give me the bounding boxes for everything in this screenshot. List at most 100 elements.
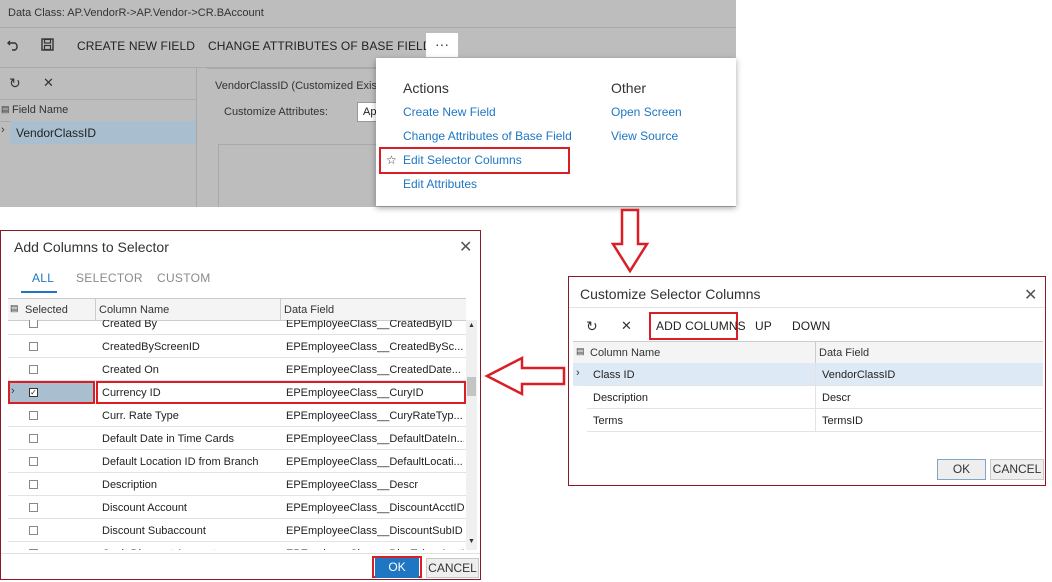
table-row[interactable]: Description Descr	[573, 386, 1043, 409]
selected-cell	[8, 320, 95, 335]
refresh-icon[interactable]: ↻	[9, 75, 21, 92]
star-icon[interactable]: ☆	[386, 153, 397, 167]
selector-columns-grid: › Class ID VendorClassID Description Descr Te…	[573, 363, 1043, 435]
column-name-cell: Description	[102, 479, 158, 491]
add-columns-button[interactable]: ADD COLUMNS	[656, 319, 746, 333]
row-checkbox[interactable]	[29, 457, 38, 466]
menu-item-edit-selector-columns[interactable]: Edit Selector Columns	[403, 153, 522, 167]
scroll-up-icon[interactable]: ▲	[468, 322, 475, 329]
dialog-title: Add Columns to Selector	[14, 239, 169, 255]
row-checkbox[interactable]	[29, 480, 38, 489]
row-checkbox[interactable]	[29, 526, 38, 535]
row-checkbox[interactable]	[29, 434, 38, 443]
ok-button[interactable]: OK	[937, 459, 986, 480]
data-field-header: Data Field	[819, 347, 870, 359]
menu-item-change-attributes[interactable]: Change Attributes of Base Field	[403, 129, 572, 143]
grid-settings-icon[interactable]: ▤	[10, 303, 19, 314]
column-name-cell: Default Location ID from Branch	[102, 456, 259, 468]
divider	[815, 342, 816, 363]
grid-settings-icon[interactable]: ▤	[1, 104, 10, 115]
row-checkbox[interactable]	[29, 320, 38, 328]
dialog-title: Customize Selector Columns	[580, 286, 761, 302]
table-row[interactable]: Default Date in Time Cards EPEmployeeClas…	[8, 427, 466, 450]
selected-cell	[8, 358, 95, 381]
undo-icon[interactable]	[7, 37, 21, 54]
table-row[interactable]: Default Location ID from Branch EPEmploye…	[8, 450, 466, 473]
menu-item-view-source[interactable]: View Source	[611, 129, 678, 143]
table-row[interactable]: Cash Discount Account EPEmployeeClass__Di…	[8, 542, 466, 550]
menu-item-open-screen[interactable]: Open Screen	[611, 105, 682, 119]
column-divider	[815, 409, 816, 432]
column-name-cell: Discount Subaccount	[102, 525, 206, 537]
data-field-cell: EPEmployeeClass__CuryRateTyp...	[286, 410, 463, 422]
table-row[interactable]: Curr. Rate Type EPEmployeeClass__CuryRate…	[8, 404, 466, 427]
highlight-box	[96, 381, 466, 404]
cancel-button[interactable]: CANCEL	[990, 459, 1044, 480]
up-button[interactable]: UP	[755, 319, 772, 333]
menu-item-edit-attributes[interactable]: Edit Attributes	[403, 177, 477, 191]
column-name-cell: Description	[593, 392, 649, 404]
fields-pane: ↻ ✕ ▤ Field Name › VendorClassID	[0, 68, 197, 207]
table-row[interactable]: Discount Account EPEmployeeClass__Discoun…	[8, 496, 466, 519]
data-field-cell: EPEmployeeClass__DiscountSubID	[286, 525, 463, 537]
menu-item-create-new-field[interactable]: Create New Field	[403, 105, 496, 119]
table-row[interactable]: CreatedByScreenID EPEmployeeClass__Create…	[8, 335, 466, 358]
table-row[interactable]: › Class ID VendorClassID	[573, 363, 1043, 386]
data-field-cell: TermsID	[822, 415, 863, 427]
column-name-cell: Cash Discount Account	[102, 548, 277, 550]
scroll-thumb[interactable]	[467, 377, 476, 396]
scrollbar[interactable]: ▲ ▼	[466, 320, 477, 550]
column-name-cell: Created By	[102, 320, 158, 330]
down-button[interactable]: DOWN	[792, 319, 830, 333]
close-icon[interactable]: ✕	[1024, 285, 1037, 305]
add-columns-dialog: Add Columns to Selector ✕ ALL SELECTOR C…	[0, 230, 481, 580]
ok-button[interactable]: OK	[375, 558, 419, 578]
table-row[interactable]: Created On EPEmployeeClass__CreatedDate..…	[8, 358, 466, 381]
column-name-header: Column Name	[99, 304, 170, 316]
selected-cell	[8, 542, 95, 550]
selected-cell	[8, 335, 95, 358]
close-icon[interactable]: ✕	[43, 75, 54, 91]
selected-cell	[8, 496, 95, 519]
tab-all[interactable]: ALL	[32, 271, 54, 285]
delete-icon[interactable]: ✕	[621, 318, 632, 334]
table-row[interactable]: Discount Subaccount EPEmployeeClass__Disc…	[8, 519, 466, 542]
row-divider	[587, 431, 1043, 432]
row-checkbox[interactable]	[29, 342, 38, 351]
grid-settings-icon[interactable]: ▤	[576, 346, 585, 357]
close-icon[interactable]: ✕	[459, 237, 472, 257]
data-field-cell: EPEmployeeClass__Descr	[286, 479, 419, 491]
column-name-cell: Curr. Rate Type	[102, 410, 179, 422]
row-checkbox[interactable]	[29, 549, 38, 550]
data-field-cell: EPEmployeeClass__CreatedBySc...	[286, 341, 464, 353]
row-checkbox[interactable]	[29, 365, 38, 374]
row-checkbox[interactable]	[29, 503, 38, 512]
divider	[280, 299, 281, 320]
more-actions-button[interactable]: ···	[426, 33, 458, 57]
table-row[interactable]: Created By EPEmployeeClass__CreatedByID	[8, 320, 466, 335]
data-field-header: Data Field	[284, 304, 335, 316]
row-checkbox[interactable]	[29, 411, 38, 420]
scroll-down-icon[interactable]: ▼	[468, 538, 475, 545]
customize-selector-columns-dialog: Customize Selector Columns ✕ ↻ ✕ ADD COL…	[568, 276, 1046, 486]
refresh-icon[interactable]: ↻	[586, 318, 598, 335]
data-field-cell: EPEmployeeClass__CreatedByID	[286, 320, 453, 330]
table-row[interactable]: Description EPEmployeeClass__Descr	[8, 473, 466, 496]
customize-attributes-label: Customize Attributes:	[224, 106, 328, 118]
tab-selector[interactable]: SELECTOR	[76, 271, 143, 285]
change-attributes-button[interactable]: CHANGE ATTRIBUTES OF BASE FIELD	[208, 39, 432, 53]
cancel-button[interactable]: CANCEL	[426, 558, 479, 578]
save-icon[interactable]	[41, 38, 54, 54]
table-row[interactable]: Terms TermsID	[573, 409, 1043, 432]
table-row[interactable]: ✓ Currency ID EPEmployeeClass__CuryID ›	[8, 381, 466, 404]
create-new-field-button[interactable]: CREATE NEW FIELD	[77, 39, 195, 53]
divider	[1, 553, 480, 554]
field-row[interactable]: VendorClassID	[10, 121, 196, 144]
field-row-label: VendorClassID	[16, 126, 97, 140]
tab-custom[interactable]: CUSTOM	[157, 271, 211, 285]
column-name-cell: CreatedByScreenID	[102, 341, 200, 353]
column-name-cell: Default Date in Time Cards	[102, 433, 235, 445]
arrow-left-icon	[484, 355, 566, 397]
data-field-cell: EPEmployeeClass__DefaultDateIn...	[286, 433, 464, 445]
selected-header: Selected	[25, 304, 68, 316]
